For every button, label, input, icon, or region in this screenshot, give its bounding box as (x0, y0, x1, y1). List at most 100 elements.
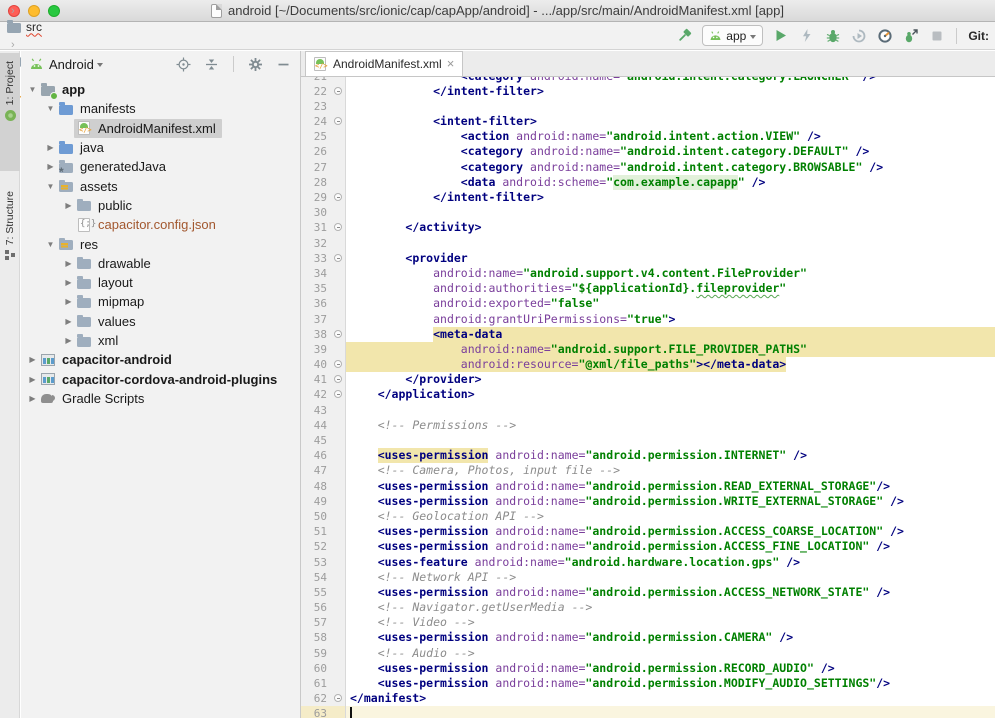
divider (233, 56, 234, 72)
tree-expand-arrow[interactable]: ▼ (27, 85, 38, 94)
code-line-23: 23 (301, 99, 995, 114)
code-editor[interactable]: 21 <category android:name="android.inten… (301, 77, 995, 718)
project-panel-header: Android (21, 51, 300, 77)
tree-expand-arrow[interactable]: ▶ (45, 162, 56, 171)
tree-item-AndroidManifest.xml[interactable]: </>AndroidManifest.xml (21, 119, 300, 138)
stop-icon[interactable] (928, 27, 945, 44)
tree-item-mipmap[interactable]: ▶mipmap (21, 292, 300, 311)
tool-window-tab-structure[interactable]: 7: Structure (0, 191, 20, 291)
tree-expand-arrow[interactable]: ▼ (45, 104, 56, 113)
fold-marker[interactable] (332, 387, 346, 402)
text-caret (350, 707, 352, 718)
fold-gutter (332, 555, 346, 570)
code-line-56: 56 <!-- Navigator.getUserMedia --> (301, 600, 995, 615)
debug-icon[interactable] (824, 27, 841, 44)
tree-item-layout[interactable]: ▶layout (21, 273, 300, 292)
fold-gutter (332, 479, 346, 494)
structure-tool-icon (4, 249, 16, 261)
line-number: 59 (301, 646, 332, 661)
apply-changes-icon[interactable] (798, 27, 815, 44)
code-line-30: 30 (301, 205, 995, 220)
tree-item-capacitor-cordova-android-plugins[interactable]: ▶capacitor-cordova-android-plugins (21, 369, 300, 388)
run-icon[interactable] (772, 27, 789, 44)
tree-item-generatedJava[interactable]: ▶generatedJava (21, 157, 300, 176)
line-number: 29 (301, 190, 332, 205)
folder-gear-icon (58, 159, 75, 175)
tree-expand-arrow[interactable]: ▶ (63, 278, 74, 287)
tree-item-xml[interactable]: ▶xml (21, 331, 300, 350)
tree-item-values[interactable]: ▶values (21, 312, 300, 331)
git-widget[interactable]: Git: (968, 29, 989, 43)
fold-marker[interactable] (332, 372, 346, 387)
settings-gear-icon[interactable] (247, 56, 264, 73)
line-number: 46 (301, 448, 332, 463)
tree-expand-arrow[interactable]: ▶ (45, 143, 56, 152)
code-line-22: 22 </intent-filter> (301, 84, 995, 99)
tree-item-capacitor-android[interactable]: ▶capacitor-android (21, 350, 300, 369)
attach-profiler-icon[interactable] (902, 27, 919, 44)
folder-blue-icon (58, 140, 75, 156)
tree-expand-arrow[interactable]: ▶ (63, 297, 74, 306)
tree-expand-arrow[interactable]: ▶ (27, 394, 38, 403)
tree-expand-arrow[interactable]: ▶ (63, 317, 74, 326)
fold-marker[interactable] (332, 251, 346, 266)
tool-window-stripe: 1: Project 7: Structure (0, 51, 20, 718)
chevron-down-icon (750, 35, 756, 39)
tree-expand-arrow[interactable]: ▶ (27, 355, 38, 364)
gradle-icon (40, 390, 57, 406)
project-view-selector[interactable]: Android (49, 57, 94, 72)
tree-expand-arrow[interactable]: ▼ (45, 182, 56, 191)
fold-marker[interactable] (332, 220, 346, 235)
line-number: 52 (301, 539, 332, 554)
tree-item-manifests[interactable]: ▼manifests (21, 99, 300, 118)
tab-androidmanifest[interactable]: </> AndroidManifest.xml × (305, 51, 463, 76)
run-with-coverage-icon[interactable] (850, 27, 867, 44)
close-tab-icon[interactable]: × (447, 59, 455, 69)
profiler-icon[interactable] (876, 27, 893, 44)
document-icon (211, 4, 222, 18)
fold-marker[interactable] (332, 114, 346, 129)
tree-item-label: java (80, 140, 104, 155)
tree-item-java[interactable]: ▶ java (21, 138, 300, 157)
fold-gutter (332, 144, 346, 159)
fold-gutter (332, 433, 346, 448)
line-number: 58 (301, 630, 332, 645)
tree-expand-arrow[interactable]: ▶ (27, 375, 38, 384)
tree-item-assets[interactable]: ▼assets (21, 176, 300, 195)
line-number: 32 (301, 236, 332, 251)
tool-window-tab-project[interactable]: 1: Project (0, 53, 20, 171)
fold-marker[interactable] (332, 327, 346, 342)
tree-expand-arrow[interactable]: ▶ (63, 201, 74, 210)
fold-gutter (332, 266, 346, 281)
tree-expand-arrow[interactable]: ▼ (45, 240, 56, 249)
hide-icon[interactable] (275, 56, 292, 73)
fold-gutter (332, 539, 346, 554)
breadcrumb-item-app[interactable]: app (6, 0, 135, 1)
fold-marker[interactable] (332, 84, 346, 99)
code-line-40: 40 android:resource="@xml/file_paths"></… (301, 357, 995, 372)
line-number: 43 (301, 403, 332, 418)
breadcrumb-item-src[interactable]: src (6, 19, 135, 35)
collapse-all-icon[interactable] (203, 56, 220, 73)
tree-item-capacitor.config.json[interactable]: {;}capacitor.config.json (21, 215, 300, 234)
fold-marker[interactable] (332, 691, 346, 706)
tree-item-res[interactable]: ▼res (21, 234, 300, 253)
fold-marker[interactable] (332, 357, 346, 372)
build-hammer-icon[interactable] (676, 27, 693, 44)
chevron-down-icon[interactable] (97, 63, 103, 67)
fold-marker[interactable] (332, 190, 346, 205)
tree-expand-arrow[interactable]: ▶ (63, 259, 74, 268)
line-number: 42 (301, 387, 332, 402)
tree-item-drawable[interactable]: ▶drawable (21, 254, 300, 273)
tree-item-Gradle Scripts[interactable]: ▶Gradle Scripts (21, 389, 300, 408)
project-tree[interactable]: ▼app▼manifests</>AndroidManifest.xml ▶ jav… (21, 77, 300, 718)
fold-gutter (332, 99, 346, 114)
code-line-29: 29 </intent-filter> (301, 190, 995, 205)
locate-icon[interactable] (175, 56, 192, 73)
tree-expand-arrow[interactable]: ▶ (63, 336, 74, 345)
tree-item-app[interactable]: ▼app (21, 80, 300, 99)
tree-item-public[interactable]: ▶public (21, 196, 300, 215)
code-line-24: 24 <intent-filter> (301, 114, 995, 129)
run-configuration-select[interactable]: app (702, 25, 763, 46)
navigation-bar: android›app›src›main›</>AndroidManifest.… (0, 22, 995, 50)
